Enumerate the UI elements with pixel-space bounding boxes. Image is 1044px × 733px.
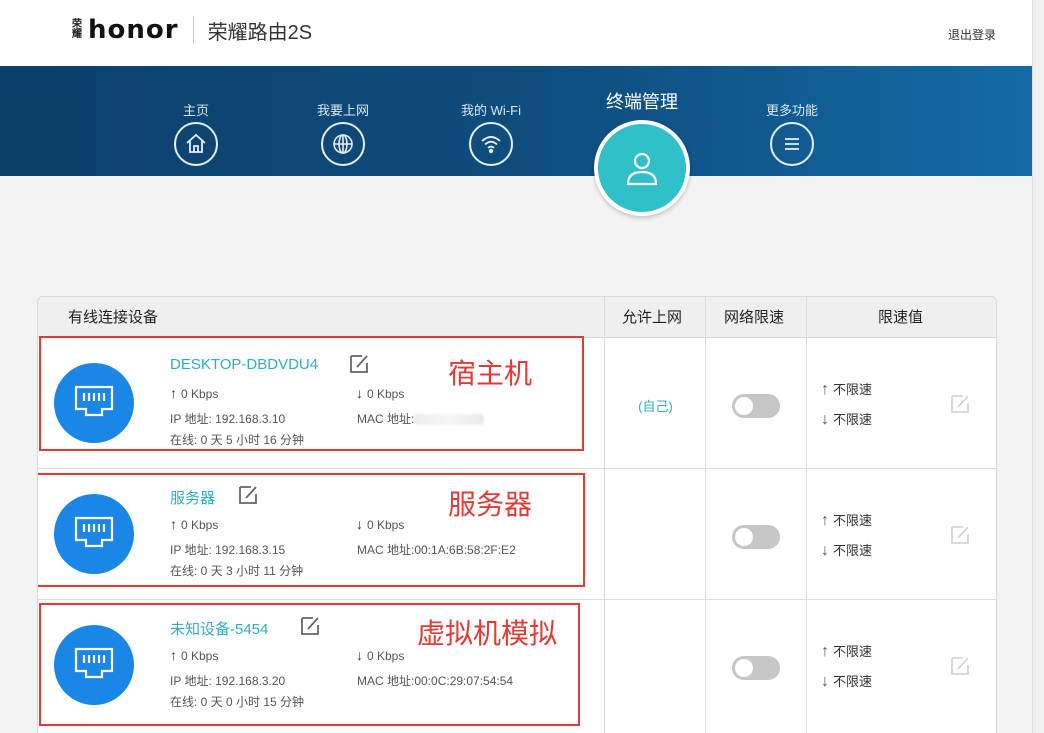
nav-wifi-label: 我的 Wi-Fi <box>461 103 521 118</box>
home-icon <box>174 122 218 166</box>
annotation-label: 服务器 <box>448 488 533 521</box>
table-row: 未知设备-5454 ↑ 0 Kbps ↓ 0 Kbps IP 地址: 192.168… <box>38 600 996 731</box>
edit-limit-icon[interactable] <box>949 524 971 546</box>
logo-divider <box>192 16 194 44</box>
download-limit: ↓ 不限速 <box>821 411 873 428</box>
wifi-icon <box>469 122 513 166</box>
wired-device-table: 有线连接设备 允许上网 网络限速 限速值 DESKTOP-DBDVDU4 ↑ 0 … <box>37 296 997 733</box>
nav-devices-active[interactable]: 终端管理 <box>587 66 697 216</box>
brand-logo: 荣耀 honor 荣耀路由2S <box>72 15 312 45</box>
nav-home-label: 主页 <box>182 103 209 118</box>
table-row: DESKTOP-DBDVDU4 ↑ 0 Kbps ↓ 0 Kbps IP 地址: 1… <box>38 336 996 469</box>
speed-limit-toggle[interactable] <box>732 656 780 680</box>
upload-limit: ↑ 不限速 <box>821 643 873 660</box>
globe-icon <box>321 122 365 166</box>
header-speed-limit: 网络限速 <box>724 309 785 326</box>
nav-devices-label: 终端管理 <box>606 92 678 112</box>
top-bar: 荣耀 honor 荣耀路由2S 退出登录 <box>0 0 1032 66</box>
toggle-knob <box>735 659 753 677</box>
menu-icon <box>770 122 814 166</box>
nav-more-label: 更多功能 <box>765 103 818 118</box>
toggle-knob <box>735 397 753 415</box>
table-header: 有线连接设备 允许上网 网络限速 限速值 <box>38 297 996 338</box>
nav-internet-label: 我要上网 <box>316 103 369 118</box>
download-limit: ↓ 不限速 <box>821 673 873 690</box>
toggle-knob <box>735 528 753 546</box>
scrollbar[interactable] <box>1032 0 1044 733</box>
header-wired-devices: 有线连接设备 <box>68 309 159 326</box>
speed-limit-toggle[interactable] <box>732 525 780 549</box>
table-row: 服务器 ↑ 0 Kbps ↓ 0 Kbps IP 地址: 192.168.3.15 … <box>38 469 996 600</box>
annotation-label: 宿主机 <box>448 357 533 390</box>
logo-badge: 荣耀 <box>72 19 82 40</box>
header-limit-value: 限速值 <box>878 309 924 326</box>
allow-internet-self: (自己) <box>638 399 673 414</box>
nav-wifi[interactable]: 我的 Wi-Fi <box>446 66 536 166</box>
speed-limit-toggle[interactable] <box>732 394 780 418</box>
annotation-label: 虚拟机模拟 <box>417 617 558 650</box>
download-limit: ↓ 不限速 <box>821 542 873 559</box>
main-nav: 主页 我要上网 我的 Wi-Fi 终端管理 更多功能 <box>0 66 1032 216</box>
user-icon <box>594 120 690 216</box>
edit-limit-icon[interactable] <box>949 655 971 677</box>
upload-limit: ↑ 不限速 <box>821 512 873 529</box>
header-allow-internet: 允许上网 <box>622 309 683 326</box>
nav-more[interactable]: 更多功能 <box>747 66 837 166</box>
nav-home[interactable]: 主页 <box>151 66 241 166</box>
edit-limit-icon[interactable] <box>949 393 971 415</box>
logout-link[interactable]: 退出登录 <box>948 26 996 43</box>
nav-internet[interactable]: 我要上网 <box>298 66 388 166</box>
logo-wordmark: honor <box>88 15 179 45</box>
product-name: 荣耀路由2S <box>207 21 313 44</box>
upload-limit: ↑ 不限速 <box>821 381 873 398</box>
